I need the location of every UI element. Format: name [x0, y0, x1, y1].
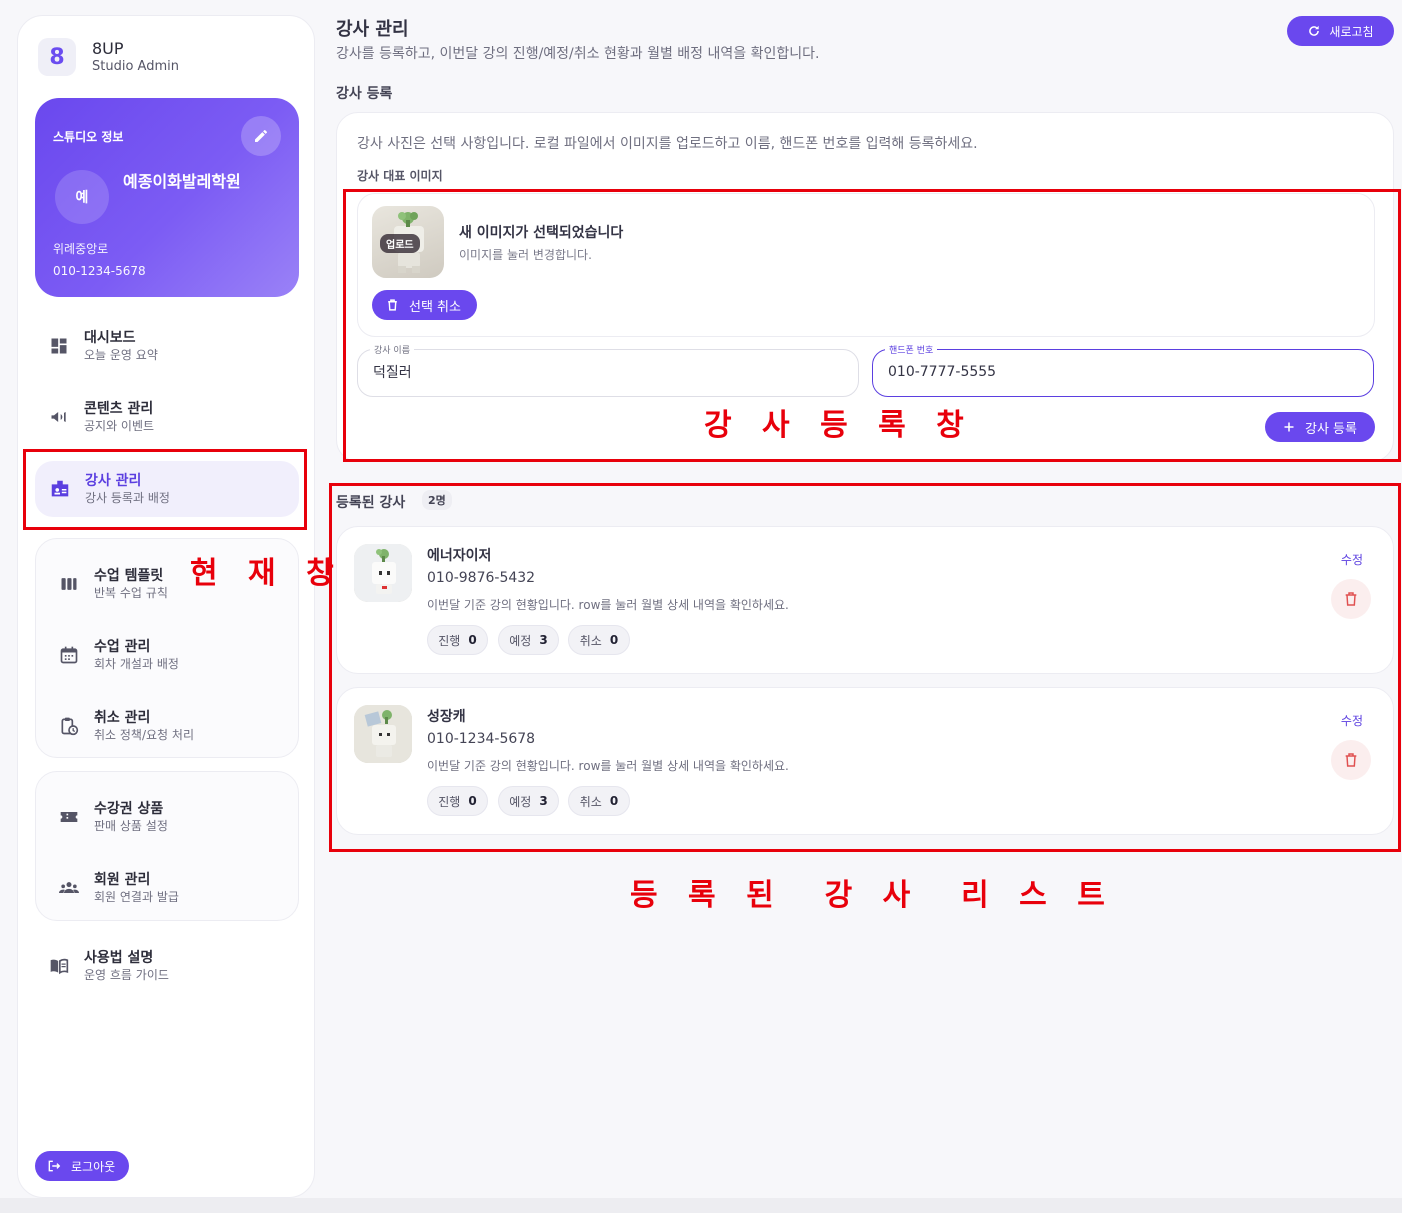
refresh-button[interactable]: 새로고침	[1287, 16, 1394, 46]
annotation-box-current	[23, 449, 307, 530]
nav-sublabel: 회원 연결과 발급	[94, 890, 179, 904]
studio-edit-button[interactable]	[241, 116, 281, 156]
annotation-register-window: 강 사 등 록 창	[704, 408, 974, 443]
bottom-strip	[0, 1198, 1402, 1213]
studio-name: 예종이화발레학원	[123, 172, 241, 191]
nav-sublabel: 오늘 운영 요약	[84, 348, 158, 362]
annotation-registered-list: 등 록 된 강 사 리 스 트	[630, 878, 1115, 913]
nav-item-content[interactable]: 콘텐츠 관리 공지와 이벤트	[48, 389, 288, 445]
nav-label: 수강권 상품	[94, 801, 164, 817]
studio-address: 위례중앙로	[53, 242, 109, 256]
annotation-current-window: 현 재 창	[190, 556, 344, 591]
brand-logo: 8	[38, 38, 76, 76]
nav-label: 수업 관리	[94, 639, 151, 655]
group-icon	[58, 877, 80, 899]
nav-label: 콘텐츠 관리	[84, 401, 154, 417]
book-icon	[48, 955, 70, 977]
brand-subtitle: Studio Admin	[92, 59, 179, 74]
page-description: 강사를 등록하고, 이번달 강의 진행/예정/취소 현황과 월별 배정 내역을 …	[336, 46, 820, 62]
nav-item-guide[interactable]: 사용법 설명 운영 흐름 가이드	[48, 938, 288, 994]
megaphone-icon	[48, 406, 70, 428]
annotation-box-list	[329, 483, 1401, 852]
nav-sublabel: 운영 흐름 가이드	[84, 968, 169, 982]
studio-phone: 010-1234-5678	[53, 264, 146, 278]
logout-icon	[48, 1160, 61, 1172]
refresh-icon	[1309, 25, 1320, 36]
pencil-icon	[255, 129, 267, 142]
image-label: 강사 대표 이미지	[357, 169, 443, 183]
nav-item-dashboard[interactable]: 대시보드 오늘 운영 요약	[48, 318, 288, 374]
refresh-label: 새로고침	[1329, 24, 1374, 39]
nav-item-cancellations[interactable]: 취소 관리 취소 정책/요청 처리	[58, 698, 278, 754]
nav-label: 사용법 설명	[84, 950, 154, 966]
studio-avatar: 예	[55, 170, 109, 224]
studio-info-card: 스튜디오 정보 예 예종이화발레학원 위례중앙로 010-1234-5678	[35, 98, 299, 297]
nav-label: 수업 템플릿	[94, 568, 164, 584]
brand[interactable]: 8 8UP Studio Admin	[38, 38, 179, 76]
ticket-icon	[58, 806, 80, 828]
nav-label: 취소 관리	[94, 710, 151, 726]
nav-sublabel: 공지와 이벤트	[84, 419, 155, 433]
nav-item-classes[interactable]: 수업 관리 회차 개설과 배정	[58, 627, 278, 683]
nav-sublabel: 판매 상품 설정	[94, 819, 168, 833]
register-section-title: 강사 등록	[336, 86, 393, 102]
studio-section-title: 스튜디오 정보	[53, 130, 124, 144]
clipboard-clock-icon	[58, 715, 80, 737]
nav-label: 회원 관리	[94, 872, 151, 888]
logout-button[interactable]: 로그아웃	[35, 1151, 130, 1181]
nav-item-members[interactable]: 회원 관리 회원 연결과 발급	[58, 860, 278, 916]
brand-name: 8UP	[92, 39, 124, 58]
columns-icon	[58, 573, 80, 595]
logout-label: 로그아웃	[71, 1159, 116, 1174]
nav-sublabel: 취소 정책/요청 처리	[94, 728, 194, 742]
register-guide: 강사 사진은 선택 사항입니다. 로컬 파일에서 이미지를 업로드하고 이름, …	[357, 136, 978, 152]
nav-group-members: 수강권 상품 판매 상품 설정 회원 관리 회원 연결과 발급	[35, 771, 299, 921]
dashboard-icon	[48, 335, 70, 357]
nav-sublabel: 회차 개설과 배정	[94, 657, 179, 671]
page-title: 강사 관리	[336, 19, 409, 40]
nav-sublabel: 반복 수업 규칙	[94, 586, 168, 600]
calendar-icon	[58, 644, 80, 666]
sidebar: 8 8UP Studio Admin 스튜디오 정보 예 예종이화발레학원 위례…	[17, 15, 315, 1198]
nav-item-passes[interactable]: 수강권 상품 판매 상품 설정	[58, 789, 278, 845]
nav-label: 대시보드	[84, 330, 136, 346]
